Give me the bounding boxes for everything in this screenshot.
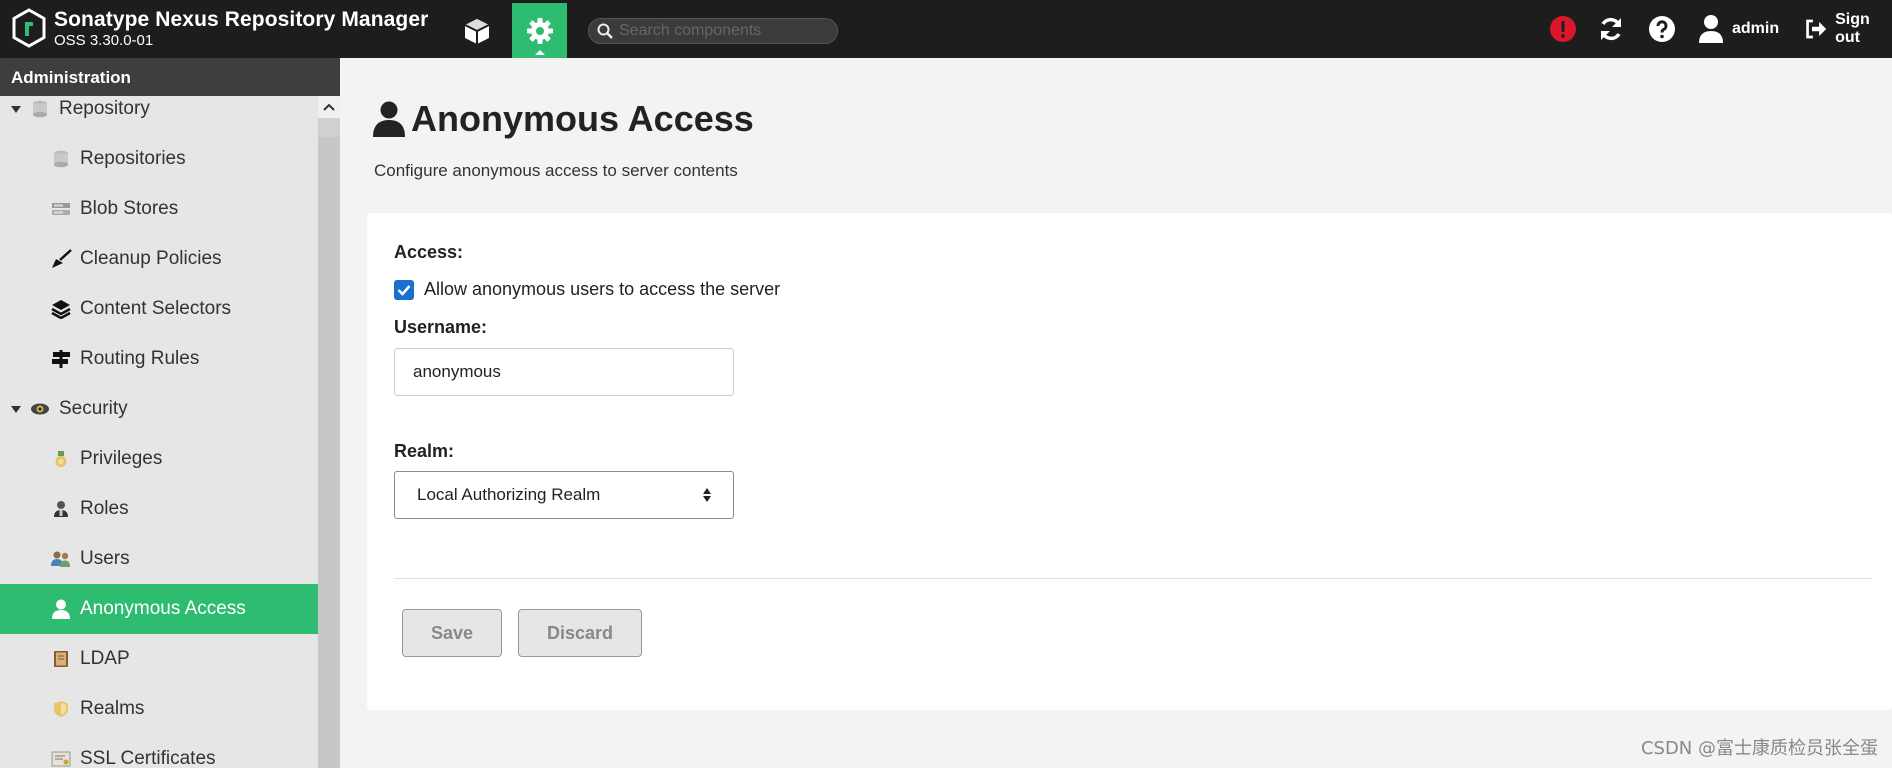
search-input[interactable] [619,22,819,40]
user-name: admin [1732,20,1780,37]
eye-icon [29,398,51,420]
save-button[interactable]: Save [402,609,502,657]
medal-icon [50,448,72,470]
realm-label: Realm: [394,441,455,461]
book-icon [50,648,72,670]
help-icon [1649,16,1675,42]
server-icon [50,198,72,220]
page-title: Anonymous Access [411,98,754,139]
search-box[interactable] [588,18,838,44]
refresh-icon [1601,17,1621,41]
sidebar-item-label: Anonymous Access [80,598,246,619]
cube-icon [464,18,489,44]
refresh-button[interactable] [1597,12,1625,46]
nexus-logo-icon [12,8,46,48]
database-icon [29,98,51,120]
allow-anonymous-row[interactable]: Allow anonymous users to access the serv… [394,279,780,300]
sidebar-item-label: Security [59,398,128,419]
expand-icon[interactable] [11,405,21,413]
signpost-icon [50,348,72,370]
settings-form: Access: Allow anonymous users to access … [367,213,1892,710]
user-icon [50,598,72,620]
sidebar-item-label: Users [80,548,130,569]
chevron-up-icon [323,103,335,111]
page-heading: Anonymous Access [373,98,754,140]
sidebar-item-users[interactable]: Users [0,534,318,584]
allow-anonymous-label[interactable]: Allow anonymous users to access the serv… [424,279,780,300]
sidebar-item-label: Realms [80,698,145,719]
scroll-thumb[interactable] [318,137,340,768]
users-icon [50,548,72,570]
page-description: Configure anonymous access to server con… [374,161,738,180]
sidebar-item-blob-stores[interactable]: Blob Stores [0,184,318,234]
sidebar-item-label: Routing Rules [80,348,200,369]
sidebar-item-privileges[interactable]: Privileges [0,434,318,484]
scroll-up-button[interactable] [318,96,340,118]
watermark: CSDN @富士康质检员张全蛋 [1640,738,1878,759]
username-input[interactable] [394,348,734,396]
sidebar-item-repositories[interactable]: Repositories [0,134,318,184]
sidebar-item-security[interactable]: Security [0,384,318,434]
sidebar-item-anonymous-access[interactable]: Anonymous Access [0,584,318,634]
signout-label: Sign out [1835,11,1870,46]
discard-button[interactable]: Discard [518,609,642,657]
database-icon [50,148,72,170]
administration-button[interactable] [512,3,567,58]
active-caret [534,50,545,55]
main-content: Anonymous Access Configure anonymous acc… [340,58,1892,768]
sidebar-item-roles[interactable]: Roles [0,484,318,534]
expand-icon[interactable] [11,105,21,113]
sidebar-item-repository[interactable]: Repository [0,84,318,134]
certificate-icon [50,748,72,768]
help-button[interactable] [1648,12,1676,46]
sidebar-item-label: LDAP [80,648,130,669]
sidebar-item-ldap[interactable]: LDAP [0,634,318,684]
sidebar-item-cleanup-policies[interactable]: Cleanup Policies [0,234,318,284]
alert-icon [1550,16,1576,42]
user-icon [1699,15,1723,43]
sidebar-item-ssl-certificates[interactable]: SSL Certificates [0,734,318,768]
top-bar: Sonatype Nexus Repository Manager OSS 3.… [0,0,1892,58]
sidebar-item-routing-rules[interactable]: Routing Rules [0,334,318,384]
sidebar-item-label: Roles [80,498,129,519]
gear-icon [526,17,553,44]
username-label: Username: [394,317,488,337]
brand[interactable]: Sonatype Nexus Repository Manager OSS 3.… [12,8,428,48]
allow-anonymous-checkbox[interactable] [394,279,414,300]
user-menu[interactable]: admin [1698,12,1779,46]
shield-icon [50,698,72,720]
system-alert[interactable] [1549,12,1577,46]
signout-button[interactable]: Sign out [1804,11,1892,46]
browse-button[interactable] [449,3,504,58]
sidebar-item-realms[interactable]: Realms [0,684,318,734]
sidebar-item-label: Repositories [80,148,186,169]
sidebar: Administration Repository Repositories B… [0,58,340,768]
sidebar-item-content-selectors[interactable]: Content Selectors [0,284,318,334]
sidebar-item-label: Privileges [80,448,163,469]
layers-icon [50,298,72,320]
form-divider [394,578,1872,579]
sidebar-item-label: Cleanup Policies [80,248,222,269]
sidebar-item-label: Content Selectors [80,298,232,319]
sidebar-scrollbar[interactable] [318,96,340,768]
user-icon [373,101,405,137]
role-icon [50,498,72,520]
app-version: OSS 3.30.0-01 [54,31,154,49]
access-label: Access: [394,242,464,262]
sidebar-item-label: Repository [59,98,150,119]
search-icon [597,23,613,39]
signout-icon [1806,19,1827,39]
app-title: Sonatype Nexus Repository Manager [54,7,429,31]
sidebar-item-label: Blob Stores [80,198,179,219]
sidebar-item-label: SSL Certificates [80,748,216,768]
broom-icon [50,248,72,270]
select-arrows-icon [703,488,711,502]
checkmark-icon [397,284,411,296]
realm-select-value: Local Authorizing Realm [417,485,601,504]
realm-select[interactable]: Local Authorizing Realm [394,471,734,519]
